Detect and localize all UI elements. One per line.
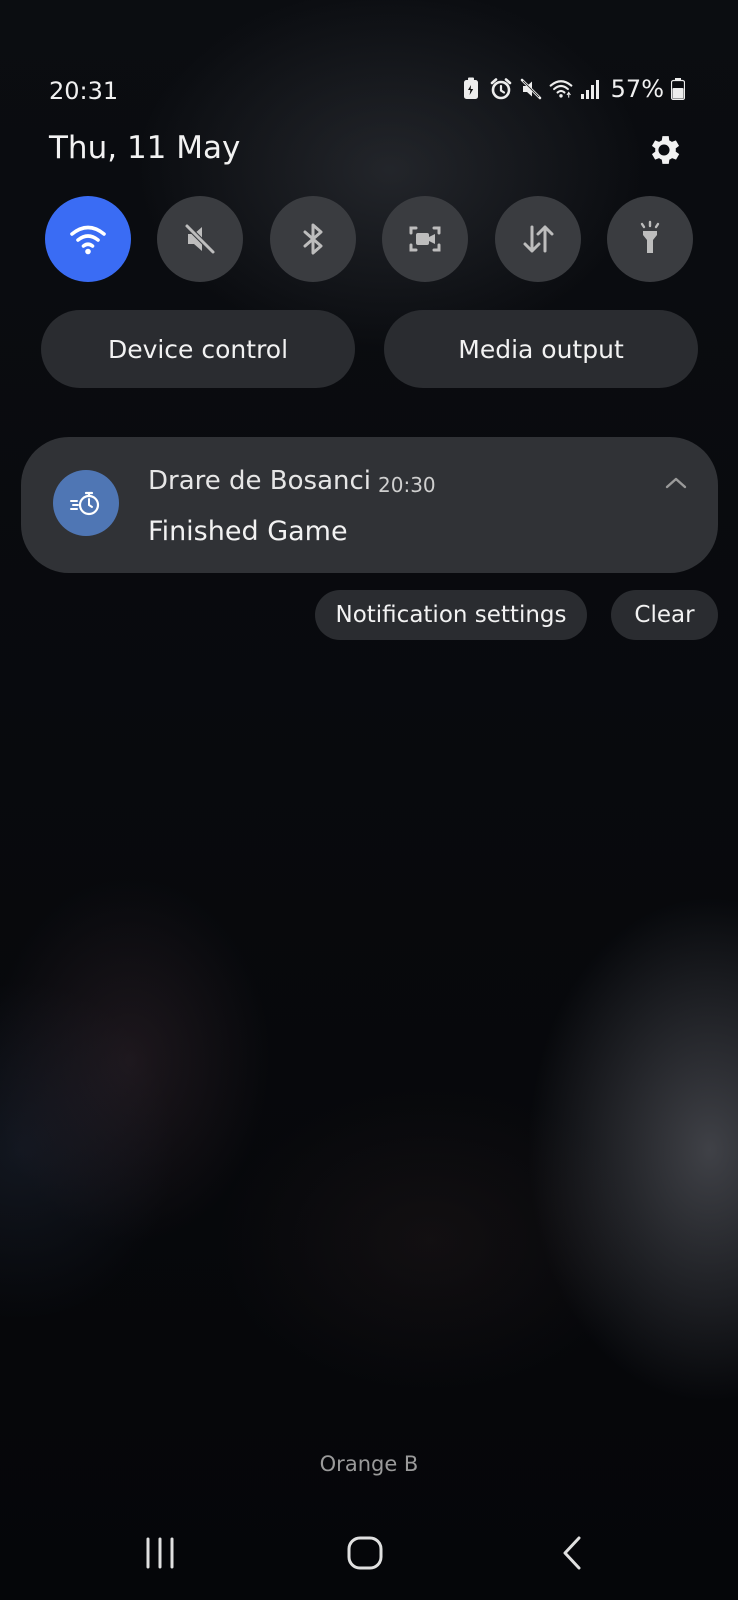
mobile-data-toggle[interactable]: [494, 196, 581, 282]
battery-icon: [670, 77, 686, 101]
mute-icon: [184, 223, 216, 255]
wifi-icon: [70, 225, 106, 255]
bluetooth-icon: [303, 223, 323, 255]
stopwatch-icon: [53, 470, 119, 536]
media-output-button[interactable]: Media output: [384, 310, 698, 388]
date-label: Thu, 11 May: [49, 130, 241, 166]
wifi-toggle[interactable]: [45, 196, 131, 282]
battery-percentage: 57%: [610, 75, 664, 103]
notification-body: Finished Game: [148, 516, 348, 547]
recents-icon: [146, 1537, 174, 1569]
sound-toggle[interactable]: [157, 196, 244, 282]
notification-card[interactable]: Drare de Bosanci 20:30 Finished Game: [21, 437, 718, 573]
quick-settings-toggles: [45, 196, 693, 282]
signal-icon: [579, 77, 603, 101]
battery-saver-icon: [459, 77, 483, 101]
status-icons: 57%: [459, 75, 686, 103]
device-control-button[interactable]: Device control: [41, 310, 355, 388]
back-icon: [563, 1536, 581, 1570]
clear-button[interactable]: Clear: [611, 590, 718, 640]
notification-app-name: Drare de Bosanci: [148, 466, 372, 496]
flashlight-toggle[interactable]: [606, 196, 693, 282]
notification-time: 20:30: [378, 473, 436, 497]
bluetooth-toggle[interactable]: [269, 196, 356, 282]
flashlight-icon: [640, 220, 660, 253]
notification-settings-button[interactable]: Notification settings: [315, 590, 587, 640]
screen-recorder-icon: [409, 226, 441, 252]
recent-apps-button[interactable]: [135, 1533, 185, 1573]
alarm-icon: [489, 77, 513, 101]
mute-icon: [519, 77, 543, 101]
wifi-icon: [549, 77, 573, 101]
home-button[interactable]: [341, 1530, 389, 1576]
chevron-up-icon[interactable]: [663, 473, 689, 493]
gear-icon[interactable]: [645, 131, 683, 169]
data-arrows-icon: [523, 225, 554, 253]
screen-recorder-toggle[interactable]: [382, 196, 469, 282]
back-button[interactable]: [552, 1530, 592, 1576]
status-time: 20:31: [49, 77, 119, 105]
home-icon: [347, 1536, 383, 1570]
carrier-label: Orange B: [319, 1452, 419, 1476]
